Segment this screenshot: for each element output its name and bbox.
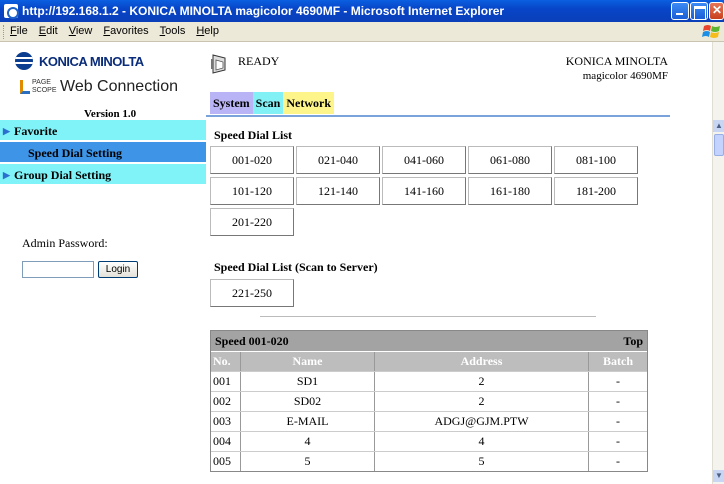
top-link[interactable]: Top — [623, 334, 643, 349]
triangle-right-icon: ▶ — [3, 126, 10, 136]
cell-no: 003 — [211, 412, 241, 431]
table-row[interactable]: 002 SD02 2 - — [211, 391, 647, 411]
window-titlebar: http://192.168.1.2 - KONICA MINOLTA magi… — [0, 0, 724, 22]
cell-name[interactable]: 4 — [241, 432, 375, 451]
cell-no: 002 — [211, 392, 241, 411]
cell-address: 4 — [375, 432, 589, 451]
tab-bar: System Scan Network — [210, 92, 335, 114]
tab-scan[interactable]: Scan — [252, 92, 284, 114]
pagescope-icon: PAGE SCOPE — [20, 78, 57, 96]
cell-address: ADGJ@GJM.PTW — [375, 412, 589, 431]
range-button[interactable]: 161-180 — [468, 177, 552, 205]
divider — [260, 316, 596, 317]
menu-file[interactable]: File — [10, 25, 28, 37]
cell-batch: - — [616, 434, 620, 448]
table-header-row: No. Name Address Batch — [211, 351, 647, 371]
triangle-right-icon: ▶ — [3, 170, 10, 180]
cell-address: 5 — [375, 452, 589, 471]
range-button[interactable]: 181-200 — [554, 177, 638, 205]
column-header: No. — [211, 352, 241, 371]
admin-password-label: Admin Password: — [22, 236, 108, 250]
cell-no: 004 — [211, 432, 241, 451]
cell-address: 2 — [375, 392, 589, 411]
menu-bar: File Edit View Favorites Tools Help — [0, 22, 724, 42]
windows-logo-icon — [702, 25, 720, 38]
cell-name[interactable]: 5 — [241, 452, 375, 471]
server-dial-list-title: Speed Dial List (Scan to Server) — [214, 260, 378, 274]
cell-name[interactable]: SD02 — [241, 392, 375, 411]
nav-item-speed-dial-setting[interactable]: Speed Dial Setting — [0, 142, 206, 164]
scroll-down-icon[interactable]: ▼ — [713, 470, 724, 482]
toolbar-grip — [3, 25, 6, 39]
table-title: Speed 001-020 — [215, 334, 289, 348]
scroll-up-icon[interactable]: ▲ — [713, 120, 724, 132]
table-row[interactable]: 004 4 4 - — [211, 431, 647, 451]
cell-batch: - — [616, 414, 620, 428]
range-button[interactable]: 021-040 — [296, 146, 380, 174]
range-button[interactable]: 061-080 — [468, 146, 552, 174]
nav-menu: ▶ Favorite Speed Dial Setting ▶ Group Di… — [0, 120, 206, 186]
cell-batch: - — [616, 374, 620, 388]
tab-network[interactable]: Network — [283, 92, 335, 114]
cell-name[interactable]: E-MAIL — [241, 412, 375, 431]
scroll-thumb[interactable] — [714, 134, 724, 156]
product-name: Web Connection — [60, 78, 178, 95]
cell-name[interactable]: SD1 — [241, 372, 375, 391]
range-button[interactable]: 001-020 — [210, 146, 294, 174]
range-button[interactable]: 201-220 — [210, 208, 294, 236]
range-button[interactable]: 101-120 — [210, 177, 294, 205]
menu-edit[interactable]: Edit — [39, 25, 58, 37]
window-title: http://192.168.1.2 - KONICA MINOLTA magi… — [22, 4, 505, 18]
cell-no: 005 — [211, 452, 241, 471]
login-button[interactable]: Login — [98, 261, 138, 278]
cell-batch: - — [616, 394, 620, 408]
speed-dial-list-title: Speed Dial List — [214, 128, 293, 142]
tab-system[interactable]: System — [210, 92, 253, 114]
cell-address: 2 — [375, 372, 589, 391]
range-button[interactable]: 081-100 — [554, 146, 638, 174]
nav-item-favorite[interactable]: ▶ Favorite — [0, 120, 206, 142]
menu-help[interactable]: Help — [196, 25, 219, 37]
table-title-bar: Speed 001-020 Top — [211, 331, 647, 351]
globe-icon — [15, 52, 33, 70]
table-row[interactable]: 003 E-MAIL ADGJ@GJM.PTW - — [211, 411, 647, 431]
vertical-scrollbar[interactable]: ▲ ▼ — [712, 42, 724, 484]
range-button[interactable]: 221-250 — [210, 279, 294, 307]
printer-status-icon — [211, 54, 226, 74]
close-button[interactable] — [709, 2, 724, 20]
device-model: magicolor 4690MF — [582, 70, 668, 82]
column-header: Name — [241, 352, 375, 371]
table-row[interactable]: 005 5 5 - — [211, 451, 647, 471]
ie-icon — [4, 4, 19, 19]
tab-underline — [206, 115, 670, 117]
pagescope-logo: PAGE SCOPE Web Connection — [20, 78, 178, 96]
menu-favorites[interactable]: Favorites — [103, 25, 148, 37]
minimize-button[interactable] — [671, 2, 689, 20]
maximize-button[interactable] — [690, 2, 708, 20]
table-row[interactable]: 001 SD1 2 - — [211, 371, 647, 391]
device-brand: KONICA MINOLTA — [565, 54, 668, 68]
nav-item-group-dial-setting[interactable]: ▶ Group Dial Setting — [0, 164, 206, 186]
cell-no: 001 — [211, 372, 241, 391]
main-content: READY KONICA MINOLTA magicolor 4690MF Sy… — [206, 42, 712, 484]
column-header: Batch — [603, 354, 633, 368]
range-button[interactable]: 041-060 — [382, 146, 466, 174]
menu-view[interactable]: View — [69, 25, 93, 37]
left-panel: KONICA MINOLTA PAGE SCOPE Web Connection… — [0, 42, 206, 484]
admin-password-input[interactable] — [22, 261, 94, 278]
column-header: Address — [375, 352, 589, 371]
range-button[interactable]: 121-140 — [296, 177, 380, 205]
menu-tools[interactable]: Tools — [160, 25, 186, 37]
konica-minolta-logo: KONICA MINOLTA — [15, 52, 144, 70]
version-label: Version 1.0 — [84, 108, 137, 120]
cell-batch: - — [616, 454, 620, 468]
speed-dial-table: Speed 001-020 Top No. Name Address Batch… — [210, 330, 648, 472]
range-button[interactable]: 141-160 — [382, 177, 466, 205]
device-status: READY — [238, 54, 280, 68]
